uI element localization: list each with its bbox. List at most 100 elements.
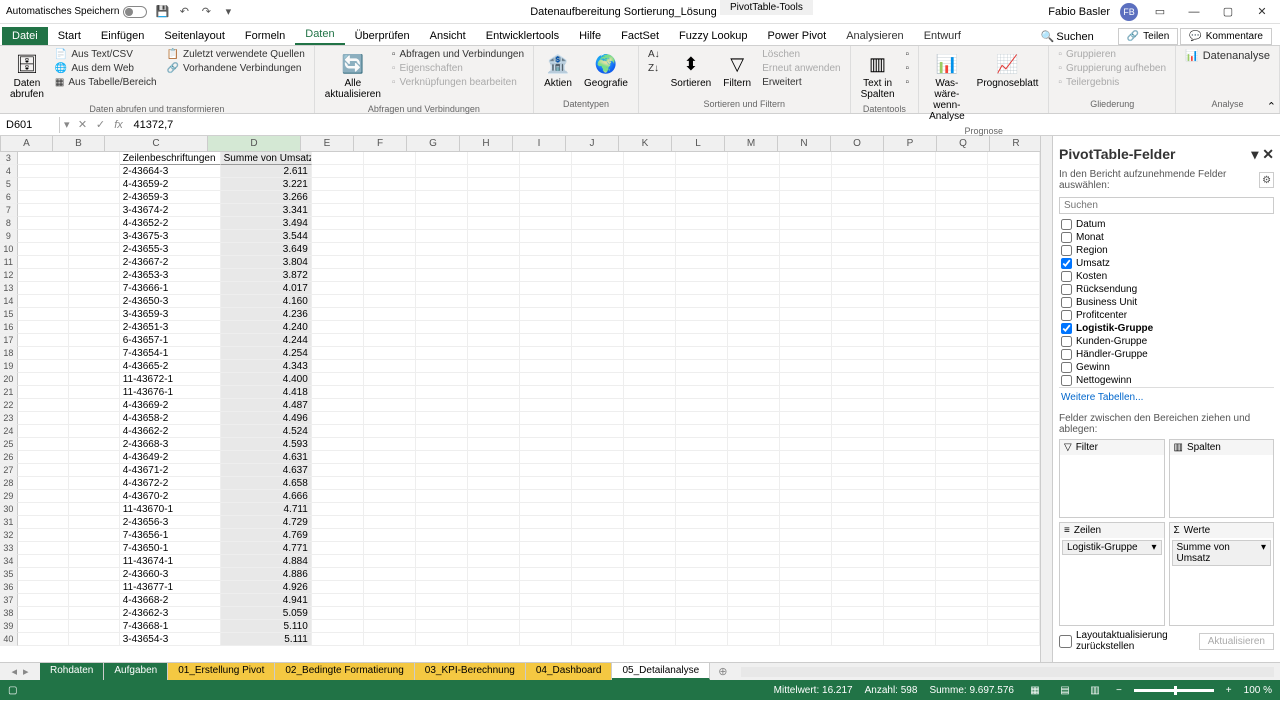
cell[interactable]	[884, 516, 936, 529]
cell[interactable]	[676, 633, 728, 646]
cell[interactable]	[988, 269, 1040, 282]
maximize-icon[interactable]: ▢	[1216, 4, 1240, 20]
field-item[interactable]: Logistik-Gruppe	[1059, 322, 1274, 335]
cell[interactable]	[312, 542, 364, 555]
cell[interactable]	[728, 464, 780, 477]
column-header[interactable]: H	[460, 136, 513, 151]
cell[interactable]	[676, 308, 728, 321]
tab-powerpivot[interactable]: Power Pivot	[758, 27, 837, 45]
cell[interactable]	[676, 594, 728, 607]
cell[interactable]	[18, 581, 69, 594]
cell[interactable]	[572, 217, 624, 230]
field-list[interactable]: DatumMonatRegionUmsatzKostenRücksendungB…	[1059, 218, 1274, 388]
tool-icon[interactable]: ▫	[903, 62, 913, 75]
cell[interactable]	[780, 412, 832, 425]
cell[interactable]	[624, 165, 676, 178]
field-search-input[interactable]	[1059, 197, 1274, 214]
cell[interactable]	[18, 152, 69, 165]
cell[interactable]: 2-43656-3	[120, 516, 221, 529]
sheet-tab[interactable]: Aufgaben	[104, 663, 168, 680]
column-header[interactable]: A	[1, 136, 53, 151]
cell[interactable]	[364, 555, 416, 568]
cell[interactable]	[780, 386, 832, 399]
cell[interactable]: 3-43675-3	[120, 230, 221, 243]
cell[interactable]	[936, 568, 988, 581]
cell[interactable]	[18, 373, 69, 386]
cell[interactable]	[18, 438, 69, 451]
cell[interactable]	[69, 386, 120, 399]
cell[interactable]	[832, 321, 884, 334]
field-checkbox[interactable]	[1061, 232, 1072, 243]
cell[interactable]	[988, 490, 1040, 503]
cell[interactable]	[572, 464, 624, 477]
cell[interactable]	[572, 165, 624, 178]
cell[interactable]	[728, 269, 780, 282]
cell[interactable]	[676, 373, 728, 386]
cell[interactable]	[69, 438, 120, 451]
cell[interactable]	[312, 633, 364, 646]
cell[interactable]: 7-43668-1	[120, 620, 221, 633]
cell[interactable]	[676, 230, 728, 243]
row-header[interactable]: 19	[0, 360, 18, 373]
column-header[interactable]: B	[53, 136, 105, 151]
row-header[interactable]: 39	[0, 620, 18, 633]
cell[interactable]	[832, 178, 884, 191]
cell[interactable]	[988, 555, 1040, 568]
cell[interactable]	[780, 347, 832, 360]
cell[interactable]	[780, 542, 832, 555]
cell[interactable]	[69, 412, 120, 425]
cell[interactable]	[468, 516, 520, 529]
cell[interactable]	[364, 165, 416, 178]
row-header[interactable]: 18	[0, 347, 18, 360]
cell[interactable]	[18, 607, 69, 620]
cell[interactable]	[572, 308, 624, 321]
cell[interactable]	[520, 204, 572, 217]
cell[interactable]	[780, 321, 832, 334]
save-icon[interactable]: 💾	[155, 5, 169, 19]
cell[interactable]	[780, 620, 832, 633]
cell[interactable]	[18, 568, 69, 581]
cell[interactable]	[416, 269, 468, 282]
cell[interactable]	[69, 490, 120, 503]
sheet-next-icon[interactable]: ▸	[23, 665, 29, 678]
minimize-icon[interactable]: —	[1182, 4, 1206, 20]
cell[interactable]	[520, 321, 572, 334]
cell[interactable]	[780, 581, 832, 594]
tab-start[interactable]: Start	[48, 27, 91, 45]
cell[interactable]	[69, 152, 120, 165]
cell[interactable]: 2-43664-3	[120, 165, 221, 178]
cell[interactable]: 3-43674-2	[120, 204, 221, 217]
cell[interactable]	[884, 334, 936, 347]
cell[interactable]	[988, 607, 1040, 620]
field-item[interactable]: Monat	[1059, 231, 1274, 244]
cell[interactable]	[936, 477, 988, 490]
cell[interactable]	[312, 373, 364, 386]
cell[interactable]	[416, 464, 468, 477]
cell[interactable]	[936, 464, 988, 477]
cell[interactable]: Zeilenbeschriftungen▾	[120, 152, 221, 165]
cell[interactable]	[884, 386, 936, 399]
tab-data[interactable]: Daten	[295, 25, 344, 45]
cell[interactable]	[520, 295, 572, 308]
cell[interactable]	[624, 256, 676, 269]
cell[interactable]	[832, 243, 884, 256]
cell[interactable]	[312, 217, 364, 230]
cell[interactable]	[468, 438, 520, 451]
cell[interactable]	[624, 490, 676, 503]
cell[interactable]	[468, 165, 520, 178]
cell[interactable]	[936, 516, 988, 529]
cell[interactable]	[416, 438, 468, 451]
cell[interactable]	[884, 529, 936, 542]
cell[interactable]	[468, 243, 520, 256]
cell[interactable]	[832, 425, 884, 438]
cell[interactable]	[884, 165, 936, 178]
cell[interactable]	[364, 516, 416, 529]
cell[interactable]	[520, 633, 572, 646]
cell[interactable]: 4.637	[221, 464, 312, 477]
cell[interactable]	[832, 451, 884, 464]
cell[interactable]	[364, 347, 416, 360]
cell[interactable]	[69, 594, 120, 607]
cell[interactable]	[312, 490, 364, 503]
cell[interactable]	[18, 191, 69, 204]
cell[interactable]	[988, 412, 1040, 425]
